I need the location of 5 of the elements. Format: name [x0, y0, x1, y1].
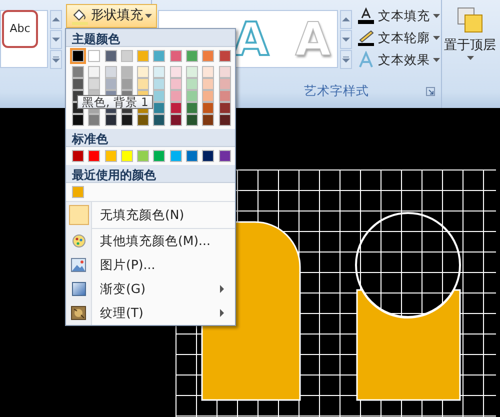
color-tooltip: 黑色, 背景 1 [77, 95, 154, 109]
section-header: 标准色 [66, 129, 235, 147]
group-label: 艺术字样式 [303, 82, 370, 100]
section-header: 主题颜色 [66, 29, 235, 47]
section-header: 最近使用的颜色 [66, 165, 235, 183]
